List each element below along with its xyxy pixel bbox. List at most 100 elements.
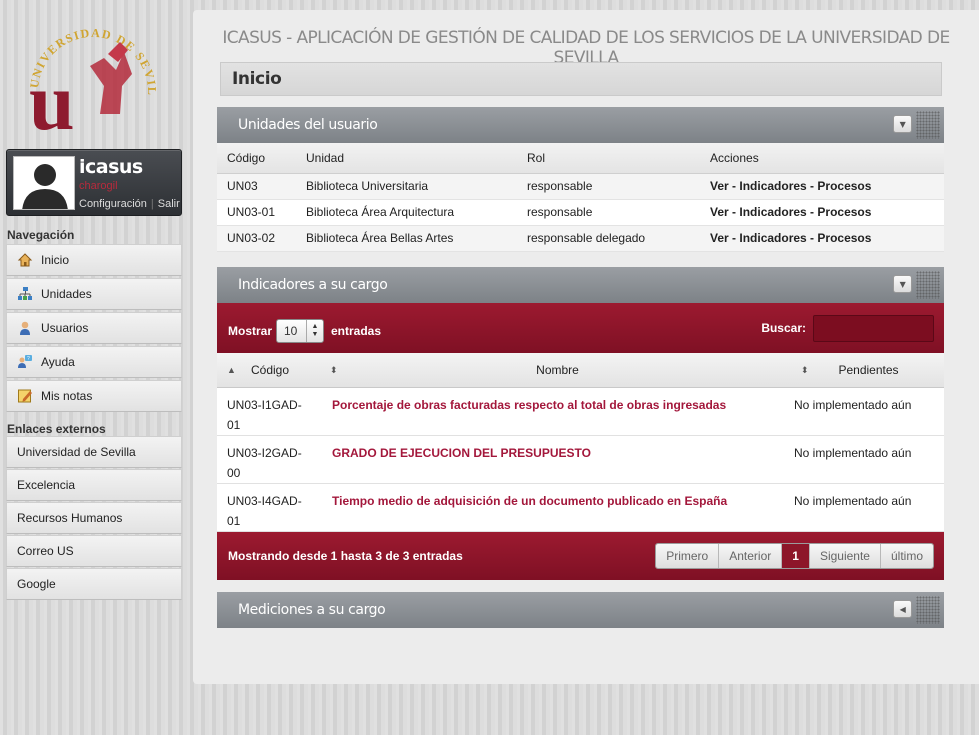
code-part: UN03-I2GAD- xyxy=(227,445,302,460)
search-input[interactable] xyxy=(813,315,934,342)
pager-last-button[interactable]: último xyxy=(880,543,933,568)
code-part: UN03-I1GAD- xyxy=(227,397,302,412)
separator: - xyxy=(728,205,740,219)
table-row: UN03-01 Biblioteca Área Arquitectura res… xyxy=(217,199,944,226)
external-link-us[interactable]: Universidad de Sevilla xyxy=(6,436,182,468)
nav-item-ayuda[interactable]: ? Ayuda xyxy=(6,346,182,378)
separator: - xyxy=(806,205,818,219)
table-controls-bar: Mostrar 10 ▲ ▼ entradas Buscar: xyxy=(217,303,944,353)
ver-link[interactable]: Ver xyxy=(710,205,729,219)
unit-role: responsable delegado xyxy=(527,225,710,252)
indicator-code: UN03-I4GAD- 01 xyxy=(217,483,322,532)
svg-text:?: ? xyxy=(27,356,30,362)
column-header: Código xyxy=(217,143,306,174)
expand-toggle-icon[interactable]: ◀ xyxy=(893,600,912,618)
help-icon: ? xyxy=(17,354,33,370)
external-link-excelencia[interactable]: Excelencia xyxy=(6,469,182,501)
procesos-link[interactable]: Procesos xyxy=(817,231,871,245)
page-size-select[interactable]: 10 ▲ ▼ xyxy=(276,319,324,343)
indicator-name-link[interactable]: Porcentaje de obras facturadas respecto … xyxy=(322,387,793,436)
indicators-widget-title: Indicadores a su cargo xyxy=(238,277,388,293)
nav-item-mis-notas[interactable]: Mis notas xyxy=(6,380,182,412)
separator: - xyxy=(806,231,818,245)
units-table: Código Unidad Rol Acciones UN03 Bibliote… xyxy=(217,143,944,252)
code-part: UN03-I4GAD- xyxy=(227,493,302,508)
pager-current-page[interactable]: 1 xyxy=(782,543,810,568)
nav-item-inicio[interactable]: Inicio xyxy=(6,244,182,276)
table-header-row: Código Unidad Rol Acciones xyxy=(217,143,944,174)
nav-label: Usuarios xyxy=(41,321,89,335)
column-header-label: Nombre xyxy=(536,362,579,377)
code-part: 01 xyxy=(227,513,241,528)
indicadores-link[interactable]: Indicadores xyxy=(739,179,806,193)
unit-code: UN03-01 xyxy=(217,199,306,226)
unit-name: Biblioteca Área Arquitectura xyxy=(306,199,527,226)
sort-column-pendientes[interactable]: ⬍ Pendientes xyxy=(793,353,944,388)
notes-icon xyxy=(17,388,33,404)
indicator-name-link[interactable]: Tiempo medio de adquisición de un docume… xyxy=(322,483,793,532)
sort-column-codigo[interactable]: ▲ Código xyxy=(217,353,322,388)
svg-text:u: u xyxy=(29,56,75,134)
code-part: 01 xyxy=(227,417,241,432)
measurements-widget-title: Mediciones a su cargo xyxy=(238,602,386,618)
ver-link[interactable]: Ver xyxy=(710,179,729,193)
indicator-code: UN03-I2GAD- 00 xyxy=(217,435,322,484)
pagination: Primero Anterior 1 Siguiente último xyxy=(655,542,934,569)
measurements-widget: Mediciones a su cargo ◀ xyxy=(217,592,944,628)
drag-handle[interactable] xyxy=(916,111,940,139)
pager-next-button[interactable]: Siguiente xyxy=(809,543,881,568)
pager-first-button[interactable]: Primero xyxy=(656,543,720,568)
column-header: Unidad xyxy=(306,143,527,174)
procesos-link[interactable]: Procesos xyxy=(817,205,871,219)
logout-link[interactable]: Salir xyxy=(158,198,180,210)
separator: - xyxy=(728,179,740,193)
external-link-correo[interactable]: Correo US xyxy=(6,535,182,567)
sort-column-nombre[interactable]: ⬍ Nombre xyxy=(322,353,793,388)
pager-prev-button[interactable]: Anterior xyxy=(719,543,783,568)
indicator-name-link[interactable]: GRADO DE EJECUCION DEL PRESUPUESTO xyxy=(322,435,793,484)
collapse-toggle-icon[interactable]: ▼ xyxy=(893,115,912,133)
table-row: UN03 Biblioteca Universitaria responsabl… xyxy=(217,173,944,200)
sidebar: UNIVERSIDAD DE SEVILLA u icasus charogil… xyxy=(0,0,190,735)
table-info: Mostrando desde 1 hasta 3 de 3 entradas xyxy=(228,548,463,563)
nav-item-usuarios[interactable]: Usuarios xyxy=(6,312,182,344)
external-link-rrhh[interactable]: Recursos Humanos xyxy=(6,502,182,534)
user-links: Configuración | Salir xyxy=(79,198,180,210)
page-title: Inicio xyxy=(220,62,942,96)
column-header-label: Pendientes xyxy=(838,362,899,377)
code-part: 00 xyxy=(227,465,241,480)
units-widget-title: Unidades del usuario xyxy=(238,117,378,133)
drag-handle[interactable] xyxy=(916,271,940,299)
drag-handle[interactable] xyxy=(916,596,940,624)
procesos-link[interactable]: Procesos xyxy=(817,179,871,193)
unit-code: UN03-02 xyxy=(217,225,306,252)
sort-both-icon: ⬍ xyxy=(801,365,809,375)
link-separator: | xyxy=(150,198,154,210)
university-logo[interactable]: UNIVERSIDAD DE SEVILLA u xyxy=(24,14,160,134)
username: icasus xyxy=(79,156,143,178)
table-header-row: ▲ Código ⬍ Nombre ⬍ Pendientes xyxy=(217,353,944,388)
table-row: UN03-I2GAD- 00 GRADO DE EJECUCION DEL PRE… xyxy=(217,435,944,484)
indicadores-link[interactable]: Indicadores xyxy=(739,205,806,219)
config-link[interactable]: Configuración xyxy=(79,198,147,210)
unit-name: Biblioteca Universitaria xyxy=(306,173,527,200)
measurements-widget-header: Mediciones a su cargo ◀ xyxy=(217,592,944,628)
indicator-pending: No implementado aún xyxy=(793,435,944,484)
indicator-pending: No implementado aún xyxy=(793,387,944,436)
indicator-code: UN03-I1GAD- 01 xyxy=(217,387,322,436)
nav-label: Unidades xyxy=(41,287,92,301)
unit-actions: Ver - Indicadores - Procesos xyxy=(710,225,944,252)
main-panel: ICASUS - APLICACIÓN DE GESTIÓN DE CALIDA… xyxy=(193,10,979,684)
external-link-google[interactable]: Google xyxy=(6,568,182,600)
home-icon xyxy=(17,252,33,268)
ver-link[interactable]: Ver xyxy=(710,231,729,245)
nav-label: Ayuda xyxy=(41,355,75,369)
nav-item-unidades[interactable]: Unidades xyxy=(6,278,182,310)
column-header: Acciones xyxy=(710,143,944,174)
unit-actions: Ver - Indicadores - Procesos xyxy=(710,173,944,200)
avatar xyxy=(13,156,75,210)
indicators-widget: Indicadores a su cargo ▼ Mostrar 10 ▲ ▼ e… xyxy=(217,267,944,580)
table-row: UN03-02 Biblioteca Área Bellas Artes res… xyxy=(217,225,944,252)
indicadores-link[interactable]: Indicadores xyxy=(739,231,806,245)
collapse-toggle-icon[interactable]: ▼ xyxy=(893,275,912,293)
